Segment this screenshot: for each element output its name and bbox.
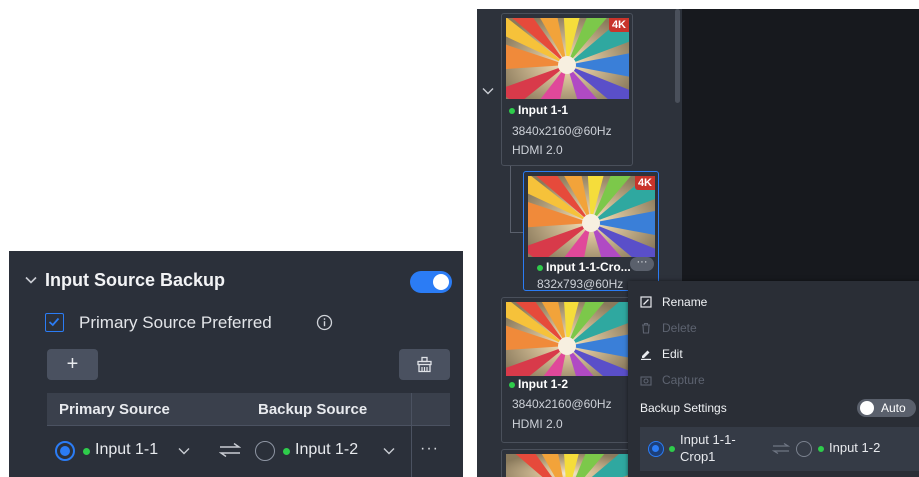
- primary-radio[interactable]: [55, 441, 75, 461]
- tree-connector: [510, 166, 511, 233]
- input-card[interactable]: 4K Input 1-1 3840x2160@60Hz HDMI 2.0: [501, 13, 633, 166]
- clear-button[interactable]: [399, 349, 450, 380]
- input-thumbnail: [506, 302, 629, 376]
- menu-item-label: Capture: [662, 373, 705, 387]
- input-resolution: 3840x2160@60Hz: [512, 124, 612, 138]
- swap-icon[interactable]: [772, 443, 790, 454]
- chevron-down-icon[interactable]: [23, 272, 39, 288]
- edit-icon: [641, 350, 651, 360]
- section-header[interactable]: Input Source Backup: [9, 265, 463, 297]
- input-list-panel: 4K Input 1-1 3840x2160@60Hz HDMI 2.0 4K …: [477, 9, 919, 477]
- input-card[interactable]: [501, 449, 633, 477]
- clear-icon: [417, 356, 432, 373]
- toggle-knob: [860, 401, 874, 415]
- column-header-backup: Backup Source: [258, 401, 368, 418]
- resolution-badge: 4K: [634, 176, 655, 190]
- input-source-backup-panel: Input Source Backup Primary Source Prefe…: [9, 251, 463, 477]
- input-interface: HDMI 2.0: [512, 417, 563, 431]
- input-thumbnail: 4K: [506, 18, 629, 99]
- add-backup-button[interactable]: +: [47, 349, 98, 380]
- backup-radio[interactable]: [796, 441, 812, 457]
- card-more-button[interactable]: ···: [630, 257, 654, 271]
- menu-item-label: Edit: [662, 347, 683, 361]
- input-interface: HDMI 2.0: [512, 143, 563, 157]
- auto-toggle[interactable]: Auto: [857, 399, 916, 417]
- context-menu: Rename Delete Edit Capture Backup Settin…: [628, 281, 919, 477]
- input-thumbnail: [506, 454, 629, 477]
- primary-source-value-line1: Input 1-1-: [680, 432, 736, 447]
- input-name: Input 1-1: [518, 103, 568, 117]
- backup-source-value: Input 1-2: [829, 440, 881, 455]
- input-name: Input 1-2: [518, 377, 568, 391]
- chevron-down-icon[interactable]: [382, 444, 396, 458]
- status-dot: [283, 448, 290, 455]
- menu-item-label: Delete: [662, 321, 697, 335]
- backup-table: Primary Source Backup Source Input 1-1 I…: [47, 393, 450, 477]
- backup-source-value[interactable]: Input 1-2: [295, 441, 358, 459]
- auto-toggle-label: Auto: [881, 401, 906, 415]
- more-options-button[interactable]: ···: [420, 440, 439, 458]
- camera-icon: [640, 376, 652, 386]
- table-row: Input 1-1 Input 1-2 ···: [47, 425, 450, 477]
- trash-icon: [642, 322, 650, 334]
- info-icon[interactable]: [316, 314, 333, 331]
- primary-radio[interactable]: [648, 441, 664, 457]
- add-button-label: +: [66, 353, 79, 375]
- menu-item-label: Rename: [662, 295, 708, 309]
- status-dot: [509, 382, 515, 388]
- status-dot: [537, 265, 543, 271]
- primary-source-value[interactable]: Input 1-1: [95, 441, 158, 459]
- status-dot: [509, 108, 515, 114]
- toggle-knob: [433, 274, 449, 290]
- input-resolution: 3840x2160@60Hz: [512, 397, 612, 411]
- section-title: Input Source Backup: [45, 270, 226, 290]
- thumbnail-image: [506, 302, 629, 376]
- backup-radio[interactable]: [255, 441, 275, 461]
- check-icon: [48, 317, 60, 327]
- primary-preferred-checkbox[interactable]: [45, 313, 64, 332]
- backup-toggle[interactable]: [410, 271, 452, 293]
- input-resolution: 832x793@60Hz: [537, 277, 624, 291]
- chevron-down-icon[interactable]: [481, 84, 495, 98]
- input-thumbnail: 4K: [528, 176, 655, 257]
- chevron-down-icon[interactable]: [177, 444, 191, 458]
- rename-icon: [640, 296, 652, 308]
- column-header-primary: Primary Source: [59, 401, 170, 418]
- backup-settings-label: Backup Settings: [640, 401, 727, 415]
- input-card[interactable]: Input 1-2 3840x2160@60Hz HDMI 2.0: [501, 297, 633, 443]
- resolution-badge: 4K: [608, 18, 629, 32]
- backup-pair-row: Input 1-1- Crop1 Input 1-2: [640, 427, 919, 471]
- input-card-selected[interactable]: 4K Input 1-1-Cro... 832x793@60Hz: [523, 171, 659, 291]
- primary-source-value-line2: Crop1: [680, 449, 716, 464]
- table-header: Primary Source Backup Source: [47, 393, 450, 425]
- status-dot: [818, 446, 824, 452]
- tree-connector: [510, 232, 524, 233]
- thumbnail-image: [506, 454, 629, 477]
- scrollbar-thumb[interactable]: [675, 9, 680, 103]
- status-dot: [669, 446, 675, 452]
- primary-preferred-label: Primary Source Preferred: [79, 313, 272, 332]
- status-dot: [83, 448, 90, 455]
- input-name: Input 1-1-Cro...: [546, 260, 631, 274]
- swap-icon[interactable]: [219, 443, 241, 457]
